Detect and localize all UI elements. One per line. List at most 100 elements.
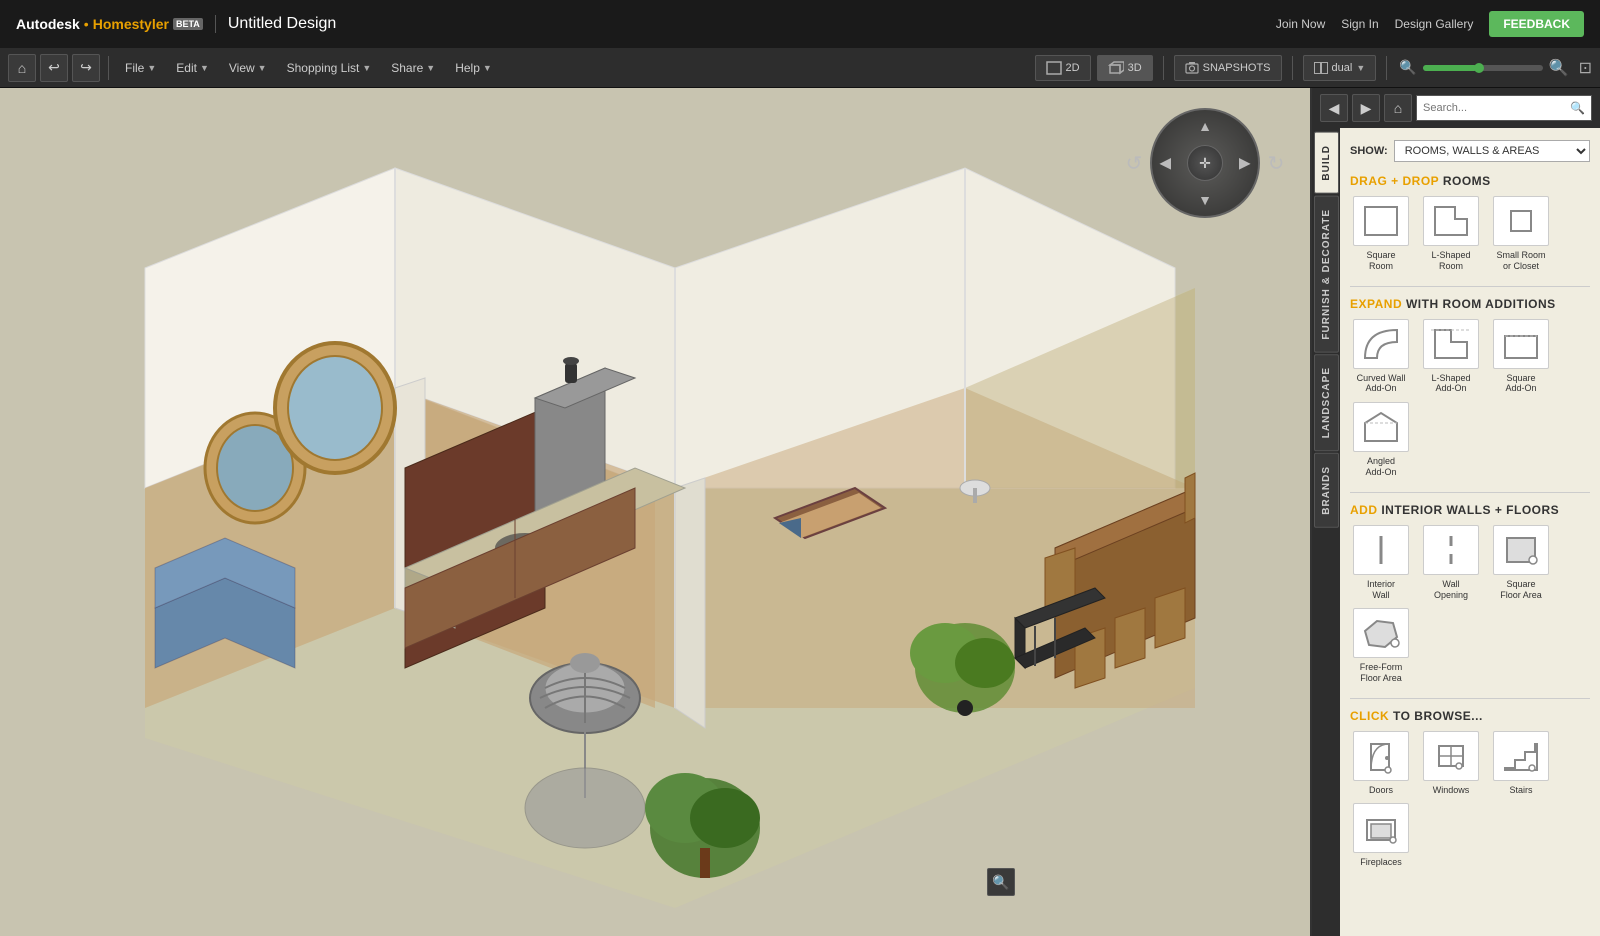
walls-floors-rest: INTERIOR WALLS + FLOORS — [1381, 503, 1559, 517]
panel-home-button[interactable]: ⌂ — [1384, 94, 1412, 122]
zoom-out-icon[interactable]: 🔍 — [1397, 57, 1418, 78]
expand-keyword: EXPAND — [1350, 297, 1402, 311]
side-tabs: BUILD FURNISH & DECORATE LANDSCAPE BRAND… — [1312, 128, 1340, 936]
view-3d-button[interactable]: 3D — [1097, 55, 1153, 81]
freeform-floor-item[interactable]: Free-FormFloor Area — [1350, 608, 1412, 684]
divider-1 — [1350, 286, 1590, 287]
zoom-in-icon[interactable]: 🔍 — [1547, 56, 1571, 80]
panel-search-icon[interactable]: 🔍 — [1570, 101, 1585, 115]
freeform-floor-icon — [1353, 608, 1409, 658]
interior-wall-item[interactable]: InteriorWall — [1350, 525, 1412, 601]
file-dropdown-arrow: ▼ — [147, 63, 156, 73]
nav-down-button[interactable]: ▼ — [1198, 192, 1212, 208]
main-content: ↺ ▲ ▼ ◀ ▶ ✛ ↻ 🔍 ◀ ▶ ⌂ 🔍 — [0, 88, 1600, 936]
landscape-tab[interactable]: LANDSCAPE — [1314, 354, 1339, 451]
top-bar: Autodesk • Homestyler BETA Untitled Desi… — [0, 0, 1600, 48]
redo-button[interactable]: ↪ — [72, 54, 100, 82]
show-select[interactable]: ROOMS, WALLS & AREAS FLOORS ONLY ALL — [1394, 140, 1590, 162]
fit-screen-icon[interactable]: ⊡ — [1579, 58, 1592, 78]
square-addon-item[interactable]: SquareAdd-On — [1490, 319, 1552, 395]
doors-item[interactable]: Doors — [1350, 731, 1412, 795]
angled-addon-icon — [1353, 402, 1409, 452]
build-tab[interactable]: BUILD — [1314, 132, 1339, 194]
dual-view-button[interactable]: dual ▼ — [1303, 55, 1377, 81]
nav-center[interactable]: ✛ — [1187, 145, 1223, 181]
l-shaped-room-icon — [1423, 196, 1479, 246]
angled-addon-label: AngledAdd-On — [1365, 456, 1396, 478]
panel-search-input[interactable] — [1423, 102, 1570, 114]
home-button[interactable]: ⌂ — [8, 54, 36, 82]
interior-wall-icon — [1353, 525, 1409, 575]
help-menu[interactable]: Help ▼ — [447, 57, 500, 79]
snapshots-button[interactable]: SNAPSHOTS — [1174, 55, 1282, 81]
drag-drop-keyword: DRAG + DROP — [1350, 174, 1439, 188]
brands-tab[interactable]: BRANDS — [1314, 453, 1339, 528]
curved-wall-item[interactable]: Curved WallAdd-On — [1350, 319, 1412, 395]
stairs-item[interactable]: Stairs — [1490, 731, 1552, 795]
stairs-label: Stairs — [1509, 785, 1532, 795]
angled-addon-item[interactable]: AngledAdd-On — [1350, 402, 1412, 478]
navigation-controls[interactable]: ↺ ▲ ▼ ◀ ▶ ✛ ↻ — [1150, 108, 1260, 218]
sq-floor-item[interactable]: SquareFloor Area — [1490, 525, 1552, 601]
wall-opening-item[interactable]: WallOpening — [1420, 525, 1482, 601]
panel-top-nav: ◀ ▶ ⌂ 🔍 — [1312, 88, 1600, 128]
browse-grid: Doors Windows — [1350, 731, 1590, 867]
walls-floors-keyword: ADD — [1350, 503, 1378, 517]
browse-rest: TO BROWSE... — [1393, 709, 1483, 723]
rotate-left-button[interactable]: ↺ — [1120, 149, 1148, 177]
share-dropdown-arrow: ▼ — [426, 63, 435, 73]
wall-opening-label: WallOpening — [1434, 579, 1468, 601]
sq-floor-label: SquareFloor Area — [1500, 579, 1542, 601]
nav-up-button[interactable]: ▲ — [1198, 118, 1212, 134]
feedback-button[interactable]: FEEDBACK — [1489, 11, 1584, 37]
join-now-link[interactable]: Join Now — [1276, 17, 1325, 31]
view-dropdown-arrow: ▼ — [258, 63, 267, 73]
panel-back-button[interactable]: ◀ — [1320, 94, 1348, 122]
3d-icon — [1108, 61, 1124, 75]
undo-button[interactable]: ↩ — [40, 54, 68, 82]
edit-menu[interactable]: Edit ▼ — [168, 57, 217, 79]
product-full: Homestyler — [93, 16, 169, 32]
rotate-right-button[interactable]: ↻ — [1262, 149, 1290, 177]
file-menu[interactable]: File ▼ — [117, 57, 164, 79]
beta-badge: BETA — [173, 18, 203, 30]
product-name: • — [84, 16, 89, 32]
walls-grid: InteriorWall WallOpening — [1350, 525, 1590, 684]
fireplaces-icon — [1353, 803, 1409, 853]
2d-icon — [1046, 61, 1062, 75]
stairs-icon — [1493, 731, 1549, 781]
show-label: SHOW: — [1350, 145, 1388, 157]
furnish-decorate-tab[interactable]: FURNISH & DECORATE — [1314, 196, 1339, 353]
dual-dropdown-arrow: ▼ — [1356, 63, 1365, 73]
dual-icon — [1314, 62, 1328, 74]
small-room-item[interactable]: Small Roomor Closet — [1490, 196, 1552, 272]
autodesk-logo: Autodesk • Homestyler BETA — [16, 16, 203, 32]
view-menu[interactable]: View ▼ — [221, 57, 275, 79]
viewport-zoom-icon[interactable]: 🔍 — [987, 868, 1015, 896]
shopping-list-menu[interactable]: Shopping List ▼ — [279, 57, 380, 79]
l-shaped-addon-label: L-ShapedAdd-On — [1431, 373, 1470, 395]
square-room-item[interactable]: SquareRoom — [1350, 196, 1412, 272]
zoom-slider[interactable] — [1423, 65, 1543, 71]
sign-in-link[interactable]: Sign In — [1341, 17, 1378, 31]
browse-header: CLICK TO BROWSE... — [1350, 709, 1590, 723]
panel-search-box[interactable]: 🔍 — [1416, 95, 1592, 121]
windows-item[interactable]: Windows — [1420, 731, 1482, 795]
sq-floor-icon — [1493, 525, 1549, 575]
small-room-icon — [1493, 196, 1549, 246]
toolbar-right: 2D 3D SNAPSHOTS dual ▼ — [1035, 55, 1592, 81]
view-2d-button[interactable]: 2D — [1035, 55, 1091, 81]
fireplaces-item[interactable]: Fireplaces — [1350, 803, 1412, 867]
l-shaped-room-item[interactable]: L-ShapedRoom — [1420, 196, 1482, 272]
l-shaped-addon-item[interactable]: L-ShapedAdd-On — [1420, 319, 1482, 395]
nav-left-button[interactable]: ◀ — [1160, 155, 1171, 172]
freeform-floor-label: Free-FormFloor Area — [1360, 662, 1403, 684]
camera-icon — [1185, 61, 1199, 75]
share-menu[interactable]: Share ▼ — [383, 57, 443, 79]
panel-forward-button[interactable]: ▶ — [1352, 94, 1380, 122]
windows-icon — [1423, 731, 1479, 781]
expand-rest: WITH ROOM ADDITIONS — [1406, 297, 1556, 311]
nav-right-button[interactable]: ▶ — [1239, 155, 1250, 172]
viewport[interactable]: ↺ ▲ ▼ ◀ ▶ ✛ ↻ 🔍 — [0, 88, 1310, 936]
design-gallery-link[interactable]: Design Gallery — [1395, 17, 1474, 31]
